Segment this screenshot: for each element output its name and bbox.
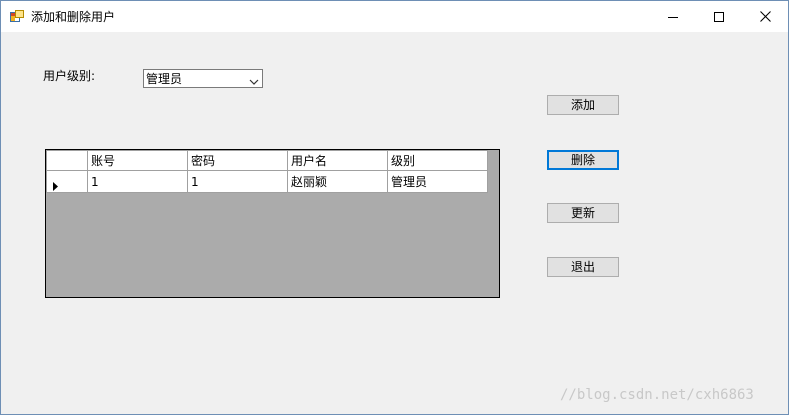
chevron-down-icon[interactable] xyxy=(249,75,259,85)
column-header-password[interactable]: 密码 xyxy=(187,150,288,171)
app-window: 添加和删除用户 用户级别: 管理员 添加 删除 更新 退出 账号 密码 用户名 … xyxy=(0,0,789,415)
maximize-icon xyxy=(714,11,724,22)
user-level-selected-value: 管理员 xyxy=(146,72,183,86)
user-level-combobox[interactable]: 管理员 xyxy=(143,69,263,88)
minimize-button[interactable] xyxy=(650,1,696,32)
table-row[interactable]: 1 1 赵丽颖 管理员 xyxy=(46,170,488,193)
cell-account[interactable]: 1 xyxy=(87,170,188,193)
form-window-icon xyxy=(10,10,24,22)
maximize-button[interactable] xyxy=(696,1,742,32)
cell-password[interactable]: 1 xyxy=(187,170,288,193)
table-header-row: 账号 密码 用户名 级别 xyxy=(46,150,488,171)
delete-button[interactable]: 删除 xyxy=(547,150,619,170)
close-icon xyxy=(759,11,771,22)
window-title: 添加和删除用户 xyxy=(31,10,116,24)
cell-username[interactable]: 赵丽颖 xyxy=(287,170,388,193)
user-level-label: 用户级别: xyxy=(43,69,96,83)
title-bar[interactable]: 添加和删除用户 xyxy=(1,1,788,32)
add-button[interactable]: 添加 xyxy=(547,95,619,115)
column-header-level[interactable]: 级别 xyxy=(387,150,488,171)
refresh-button[interactable]: 更新 xyxy=(547,203,619,223)
close-button[interactable] xyxy=(742,1,788,32)
exit-button[interactable]: 退出 xyxy=(547,257,619,277)
watermark-text: //blog.csdn.net/cxh6863 xyxy=(560,387,754,403)
users-table: 账号 密码 用户名 级别 1 1 赵丽颖 管理员 xyxy=(46,150,488,193)
column-header-account[interactable]: 账号 xyxy=(87,150,188,171)
header-corner-cell[interactable] xyxy=(46,150,88,171)
cell-level[interactable]: 管理员 xyxy=(387,170,488,193)
row-pointer-icon xyxy=(53,177,59,191)
minimize-icon xyxy=(668,12,678,22)
column-header-username[interactable]: 用户名 xyxy=(287,150,388,171)
row-header-cell[interactable] xyxy=(46,170,88,193)
users-datagrid[interactable]: 账号 密码 用户名 级别 1 1 赵丽颖 管理员 xyxy=(45,149,500,298)
